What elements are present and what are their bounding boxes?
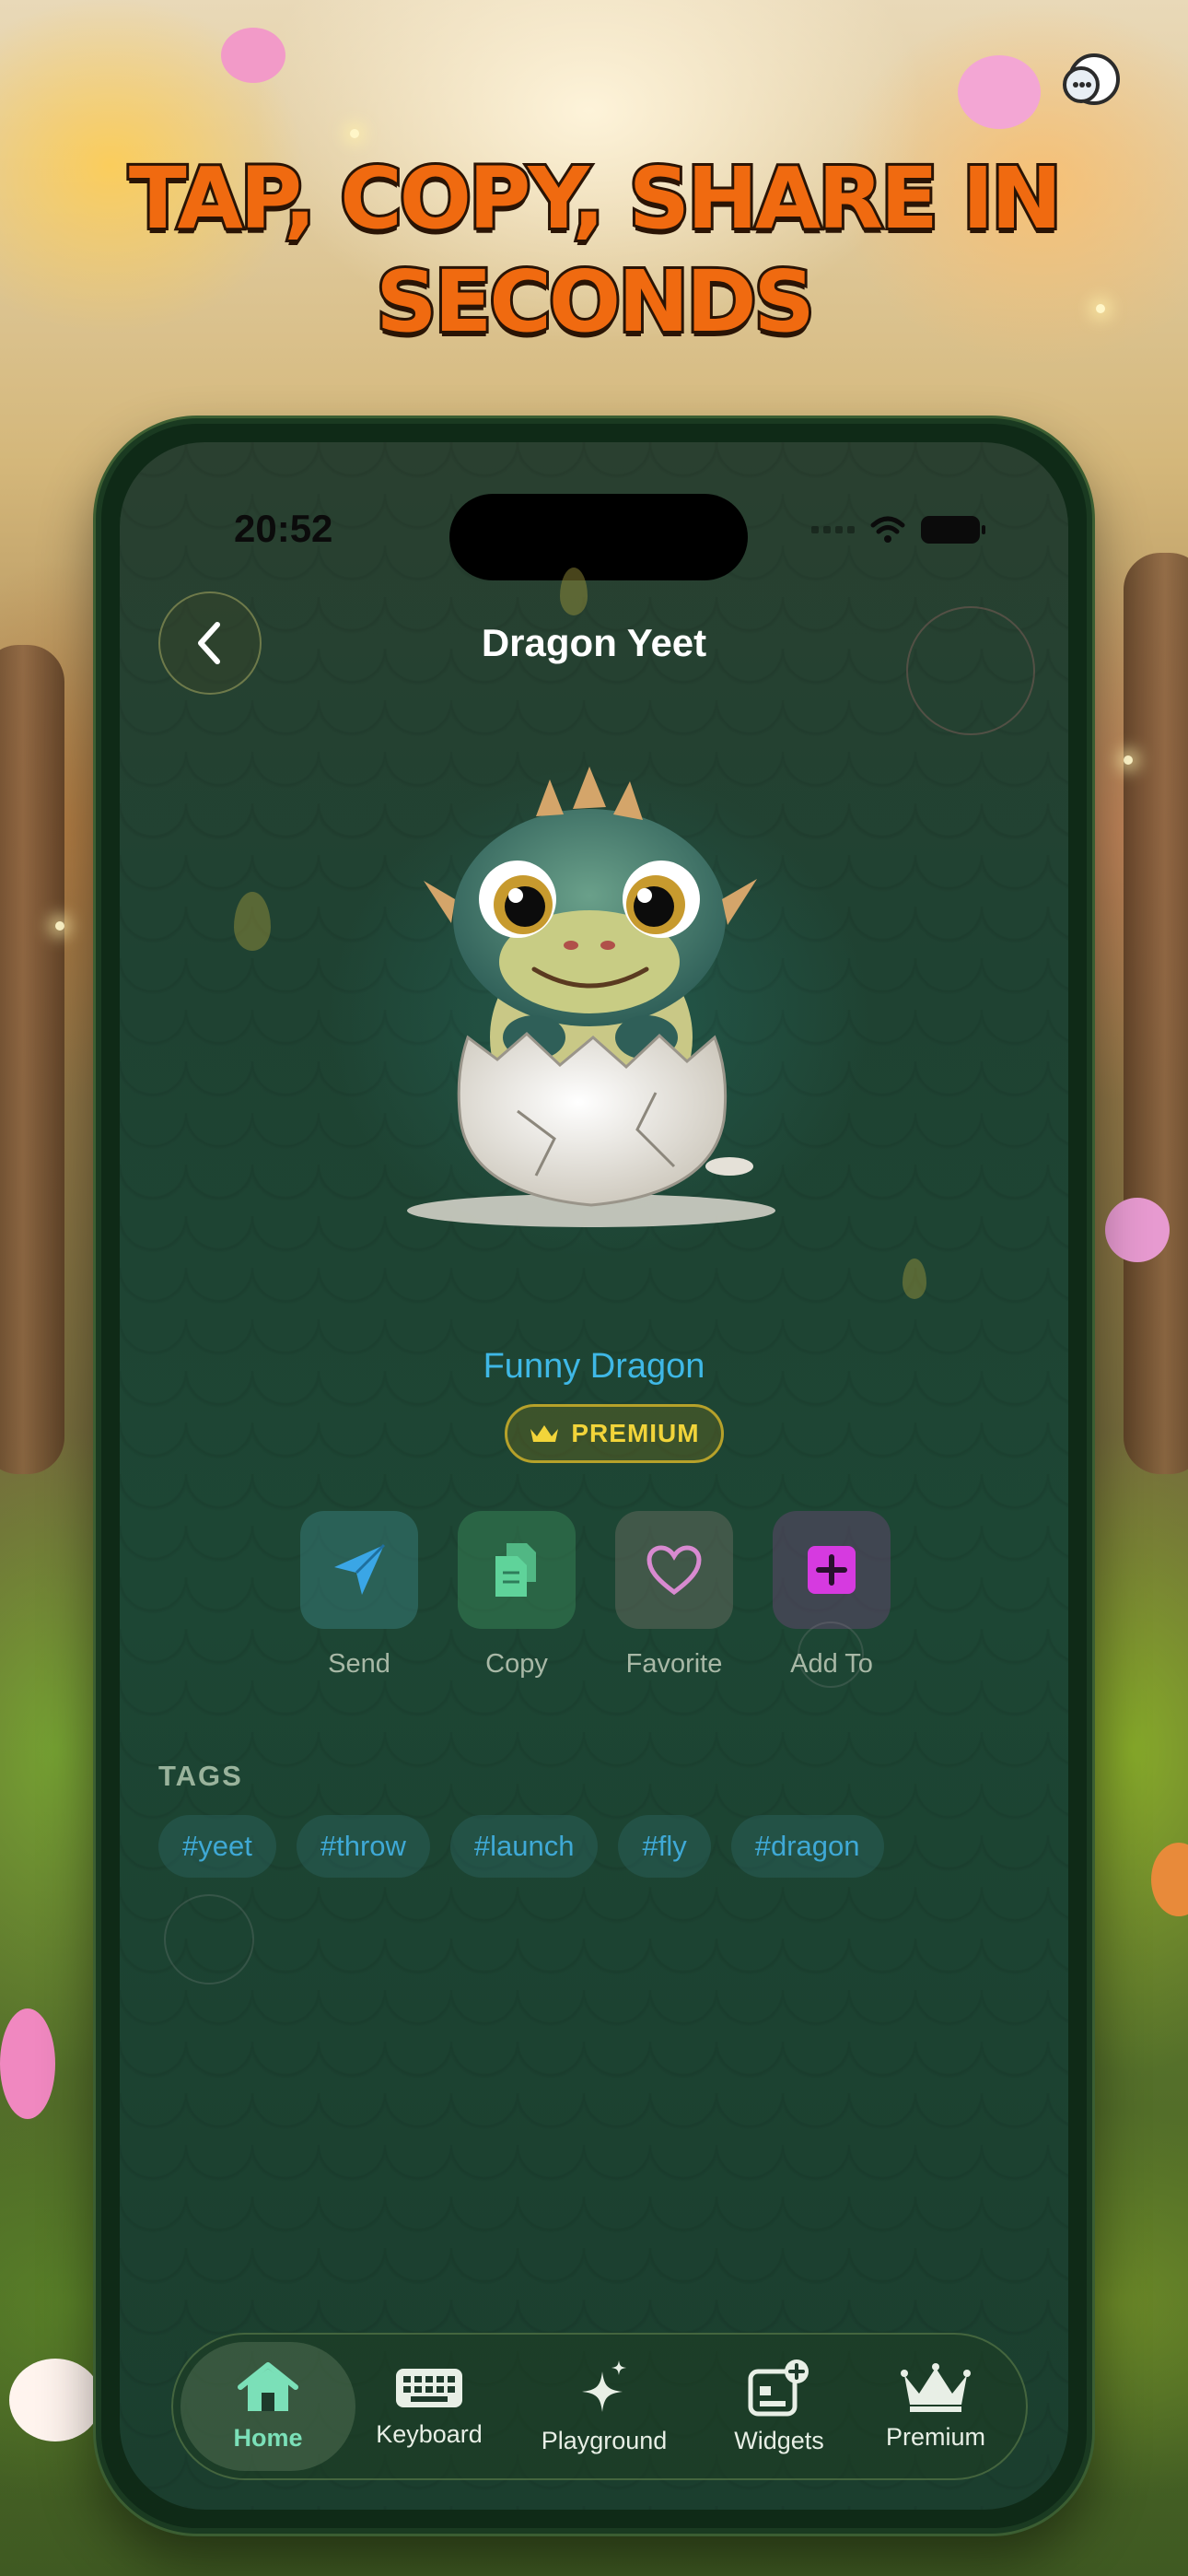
- copy-button[interactable]: Copy: [458, 1511, 576, 1680]
- dynamic-island: [449, 494, 748, 580]
- send-button-tile[interactable]: [300, 1511, 418, 1629]
- widget-add-icon: [748, 2359, 809, 2416]
- headline-line-1: TAP, COPY, SHARE IN: [126, 146, 1065, 251]
- tab-premium[interactable]: Premium: [853, 2342, 1019, 2471]
- sparkles-icon: [582, 2359, 626, 2412]
- tag-chip[interactable]: #throw: [296, 1815, 430, 1878]
- paper-plane-icon: [334, 1543, 386, 1595]
- tab-widgets-label: Widgets: [734, 2426, 824, 2454]
- tree-trunk-right: [1124, 553, 1188, 1474]
- tab-playground[interactable]: Playground: [503, 2342, 705, 2471]
- tab-home[interactable]: Home: [181, 2342, 355, 2471]
- ghost-circle-decoration: [798, 1622, 864, 1688]
- brand-logo: [1054, 48, 1131, 125]
- status-time: 20:52: [234, 507, 333, 550]
- sparkle-decoration: [1124, 755, 1133, 765]
- flower-decoration: [221, 28, 285, 83]
- flower-decoration: [9, 2359, 101, 2441]
- tab-premium-label: Premium: [885, 2422, 985, 2451]
- copy-label: Copy: [485, 1649, 548, 1679]
- crown-icon: [530, 1425, 559, 1442]
- sticker-image[interactable]: [379, 761, 803, 1240]
- crown-icon: [901, 2362, 971, 2412]
- flower-decoration: [958, 55, 1041, 129]
- tab-playground-label: Playground: [541, 2426, 668, 2454]
- flower-decoration: [0, 2008, 55, 2119]
- tag-chip[interactable]: #dragon: [730, 1815, 884, 1878]
- status-icons: [811, 516, 985, 544]
- app-screen: 20:52 Dragon Yeet Funny Dragon PREMIUM S…: [120, 442, 1068, 2510]
- tab-widgets[interactable]: Widgets: [705, 2342, 853, 2471]
- cellular-signal-icon: [811, 526, 855, 533]
- send-button[interactable]: Send: [300, 1511, 418, 1680]
- copy-button-tile[interactable]: [458, 1511, 576, 1629]
- ghost-circle-decoration: [164, 1894, 254, 1985]
- tab-keyboard-label: Keyboard: [376, 2419, 483, 2448]
- tab-bar: Home Keyboard Playground Widgets Premium: [171, 2333, 1028, 2480]
- sparkle-decoration: [55, 921, 64, 931]
- ghost-circle-decoration: [906, 606, 1035, 735]
- home-icon: [238, 2361, 298, 2411]
- tree-trunk-left: [0, 645, 64, 1474]
- favorite-button[interactable]: Favorite: [615, 1511, 733, 1680]
- tag-chip[interactable]: #launch: [449, 1815, 599, 1878]
- phone-frame: 20:52 Dragon Yeet Funny Dragon PREMIUM S…: [96, 418, 1092, 2534]
- tab-keyboard[interactable]: Keyboard: [355, 2342, 503, 2471]
- premium-badge: PREMIUM: [505, 1404, 724, 1463]
- leaf-decoration: [903, 1259, 926, 1299]
- favorite-label: Favorite: [625, 1649, 723, 1679]
- plus-square-icon: [808, 1546, 856, 1594]
- headline: TAP, COPY, SHARE IN SECONDS: [0, 146, 1188, 354]
- tag-chip[interactable]: #fly: [618, 1815, 711, 1878]
- tab-home-label: Home: [233, 2423, 303, 2452]
- tag-chip[interactable]: #yeet: [158, 1815, 276, 1878]
- battery-icon: [921, 516, 985, 544]
- send-label: Send: [328, 1649, 390, 1679]
- favorite-button-tile[interactable]: [615, 1511, 733, 1629]
- heart-icon: [646, 1545, 702, 1596]
- keyboard-icon: [396, 2368, 462, 2407]
- copy-icon: [495, 1543, 536, 1597]
- wifi-icon: [870, 516, 905, 543]
- tags-heading: TAGS: [158, 1760, 243, 1792]
- premium-badge-label: PREMIUM: [571, 1419, 700, 1447]
- headline-line-2: SECONDS: [373, 250, 817, 354]
- sticker-category[interactable]: Funny Dragon: [120, 1347, 1068, 1387]
- flower-decoration: [1105, 1198, 1170, 1262]
- sparkle-decoration: [350, 129, 359, 138]
- scale-pattern: [120, 442, 1068, 2510]
- add-to-button-tile[interactable]: [773, 1511, 891, 1629]
- tag-list: #yeet #throw #launch #fly #dragon: [158, 1815, 884, 1878]
